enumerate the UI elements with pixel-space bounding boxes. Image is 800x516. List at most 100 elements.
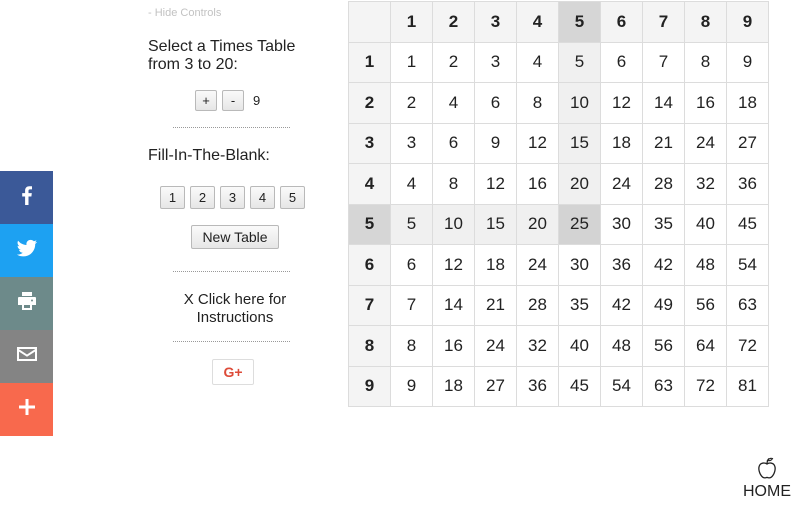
column-header: 7 [642,1,685,43]
hide-controls-link[interactable]: - Hide Controls [148,7,221,19]
apple-icon [738,455,796,483]
row-header: 5 [348,203,391,245]
product-cell: 6 [432,122,475,164]
print-button[interactable] [0,277,53,330]
product-cell: 18 [726,82,769,124]
product-cell: 36 [600,244,643,286]
new-table-button[interactable]: New Table [191,225,279,249]
email-share-button[interactable] [0,330,53,383]
product-cell: 40 [558,325,601,367]
google-plus-button[interactable]: G+ [212,359,254,385]
product-cell: 28 [642,163,685,205]
product-cell: 63 [726,284,769,326]
product-cell: 21 [474,284,517,326]
instructions-link[interactable]: X Click here for Instructions [160,291,310,327]
product-cell: 12 [516,122,559,164]
product-cell: 24 [684,122,727,164]
header-row: 123456789 [348,1,769,43]
email-icon [15,342,39,371]
product-cell: 8 [516,82,559,124]
blank-button-3[interactable]: 3 [220,186,245,209]
table-stepper: + - 9 [195,90,260,111]
product-cell: 54 [600,365,643,407]
column-header: 9 [726,1,769,43]
product-cell: 48 [600,325,643,367]
product-cell: 18 [432,365,475,407]
column-header: 4 [516,1,559,43]
product-cell: 9 [390,365,433,407]
product-cell: 6 [390,244,433,286]
divider [173,127,290,128]
row-header: 9 [348,365,391,407]
product-cell: 24 [516,244,559,286]
product-cell: 72 [684,365,727,407]
facebook-share-button[interactable] [0,171,53,224]
twitter-share-button[interactable] [0,224,53,277]
blank-button-1[interactable]: 1 [160,186,185,209]
table-row: 3 3 6 9 12 15 18 21 24 27 [348,122,769,164]
product-cell: 49 [642,284,685,326]
blank-button-4[interactable]: 4 [250,186,275,209]
plus-icon [15,395,39,424]
product-cell: 36 [516,365,559,407]
product-cell: 20 [516,203,559,245]
row-header: 2 [348,82,391,124]
product-cell: 42 [642,244,685,286]
select-table-label: Select a Times Table from 3 to 20: [148,38,296,73]
product-cell: 28 [516,284,559,326]
blank-button-5[interactable]: 5 [280,186,305,209]
product-cell: 35 [558,284,601,326]
column-header: 5 [558,1,601,43]
product-cell: 5 [390,203,433,245]
home-label: HOME [743,483,791,500]
product-cell: 12 [600,82,643,124]
divider [173,271,290,272]
home-link[interactable]: HOME [738,455,796,501]
increment-button[interactable]: + [195,90,217,111]
product-cell: 27 [726,122,769,164]
product-cell: 30 [558,244,601,286]
product-cell: 72 [726,325,769,367]
product-cell: 12 [474,163,517,205]
product-cell: 45 [726,203,769,245]
product-cell: 4 [432,82,475,124]
product-cell: 12 [432,244,475,286]
table-row: 7 7 14 21 28 35 42 49 56 63 [348,284,769,326]
product-cell: 6 [474,82,517,124]
fill-in-blank-label: Fill-In-The-Blank: [148,147,270,164]
product-cell: 24 [600,163,643,205]
table-value: 9 [253,93,261,108]
table-row: 4 4 8 12 16 20 24 28 32 36 [348,163,769,205]
product-cell: 18 [474,244,517,286]
corner-cell [348,1,391,43]
product-cell: 9 [726,41,769,83]
row-header: 6 [348,244,391,286]
product-cell: 6 [600,41,643,83]
product-cell: 32 [516,325,559,367]
row-header: 3 [348,122,391,164]
product-cell: 45 [558,365,601,407]
blank-buttons: 1 2 3 4 5 [160,186,310,209]
column-header: 8 [684,1,727,43]
product-cell: 16 [684,82,727,124]
product-cell: 42 [600,284,643,326]
twitter-icon [15,236,39,265]
product-cell: 3 [474,41,517,83]
more-share-button[interactable] [0,383,53,436]
product-cell: 63 [642,365,685,407]
product-cell: 8 [684,41,727,83]
product-cell: 4 [390,163,433,205]
row-header: 4 [348,163,391,205]
decrement-button[interactable]: - [222,90,244,111]
product-cell: 7 [390,284,433,326]
blank-button-2[interactable]: 2 [190,186,215,209]
column-header: 1 [390,1,433,43]
product-cell: 35 [642,203,685,245]
row-header: 8 [348,325,391,367]
times-table: 1 2 3 4 5 6 7 8 9 1 1 2 3 4 5 6 7 8 9 2 2 4 6 8 10 12 14 16 18 3 3 6 9 12… [348,1,769,407]
divider [173,341,290,342]
product-cell: 36 [726,163,769,205]
product-cell: 10 [558,82,601,124]
row-header: 1 [348,41,391,83]
table-row: 1123456789 [348,41,769,83]
